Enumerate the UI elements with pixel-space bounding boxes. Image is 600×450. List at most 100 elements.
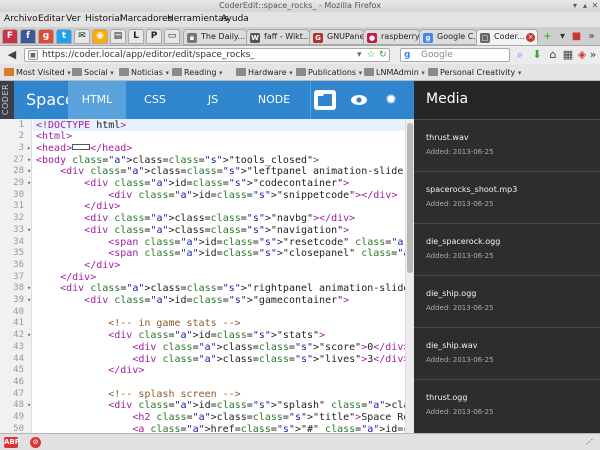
- fold-toggle-icon[interactable]: ▾: [27, 178, 33, 190]
- tab-js[interactable]: JS: [184, 81, 242, 119]
- code-text[interactable]: <div class="a">class=class="s">"rightpan…: [36, 283, 414, 295]
- download-icon[interactable]: ⬇: [530, 48, 544, 62]
- dropdown-icon[interactable]: ▾: [357, 50, 362, 60]
- preview-eye-icon[interactable]: [348, 90, 370, 110]
- code-text[interactable]: <div class="a">id=class="s">"codecontain…: [36, 178, 349, 190]
- media-item[interactable]: thrust.ogg Added: 2013-06-25: [414, 379, 600, 431]
- fold-toggle-icon[interactable]: ▸: [27, 143, 33, 155]
- apptab-feed-icon[interactable]: F: [2, 29, 18, 44]
- editor-scrollbar[interactable]: [405, 119, 414, 433]
- code-text[interactable]: </div>: [36, 272, 96, 284]
- search-go-icon[interactable]: ⌕: [514, 48, 526, 62]
- abp-icon[interactable]: ABP: [4, 437, 20, 448]
- close-window-icon[interactable]: ✕: [590, 1, 600, 11]
- url-bar[interactable]: ◼ https://coder.local/app/editor/edit/sp…: [24, 48, 390, 62]
- apptab-p-icon[interactable]: P: [146, 29, 162, 44]
- menu-overflow-icon[interactable]: »: [588, 48, 598, 62]
- media-item[interactable]: die_spacerock.ogg Added: 2013-06-25: [414, 223, 600, 275]
- bookmark-social[interactable]: Social ▾: [72, 66, 114, 79]
- apptab-gplus-icon[interactable]: g: [38, 29, 54, 44]
- tab-google[interactable]: g Google C...: [419, 29, 477, 45]
- menu-historial[interactable]: Historial: [85, 14, 122, 24]
- apptab-twitter-icon[interactable]: t: [56, 29, 72, 44]
- minimize-icon[interactable]: ▾: [570, 1, 580, 11]
- apptab-mail-icon[interactable]: ✉: [74, 29, 90, 44]
- menu-ayuda[interactable]: Ayuda: [221, 14, 249, 24]
- menu-herramientas[interactable]: Herramientas: [167, 14, 228, 24]
- tab-gnupanel[interactable]: G GNUPane...: [309, 29, 364, 45]
- fold-toggle-icon[interactable]: ▾: [27, 400, 33, 412]
- fold-toggle-icon[interactable]: ▾: [27, 330, 33, 342]
- menu-marcadores[interactable]: Marcadores: [120, 14, 172, 24]
- code-text[interactable]: <h2 class="a">class=class="s">"title">Sp…: [36, 412, 414, 424]
- tab-wiktionary[interactable]: W faff - Wikt...: [246, 29, 310, 45]
- media-item[interactable]: die_ship.wav Added: 2013-06-25: [414, 327, 600, 379]
- code-text[interactable]: <a class="a">href=class="s">"#" class="a…: [36, 424, 414, 433]
- menu-archivo[interactable]: Archivo: [4, 14, 38, 24]
- code-text[interactable]: <div class="a">id=class="s">"snippetcode…: [36, 190, 397, 202]
- tab-list-icon[interactable]: ▾: [556, 30, 569, 43]
- apptab-page-icon[interactable]: ▭: [164, 29, 180, 44]
- media-item[interactable]: die_ship.ogg Added: 2013-06-25: [414, 275, 600, 327]
- folder-icon[interactable]: [314, 90, 336, 110]
- code-text[interactable]: </div>: [36, 260, 120, 272]
- fold-toggle-icon[interactable]: ▾: [27, 225, 33, 237]
- bookmarks-icon[interactable]: ▦: [562, 48, 574, 62]
- apptab-doc-icon[interactable]: ▤: [110, 29, 126, 44]
- tab-node[interactable]: NODE: [242, 81, 306, 119]
- code-text[interactable]: </div>: [36, 365, 144, 377]
- code-text[interactable]: <div class="a">class=class="s">"navigati…: [36, 225, 349, 237]
- media-item[interactable]: spacerocks_shoot.mp3 Added: 2013-06-25: [414, 171, 600, 223]
- addon-icon[interactable]: ■: [570, 30, 583, 43]
- bookmark-noticias[interactable]: Noticias ▾: [119, 66, 169, 79]
- code-editor[interactable]: 1 <!DOCTYPE html> 2 <html> 3 ▸ <head> </head> 27…: [0, 119, 414, 433]
- code-text[interactable]: <body class="a">class=class="s">"tools_c…: [36, 155, 319, 167]
- tab-coder[interactable]: □ Coder... ×: [476, 29, 538, 45]
- code-text[interactable]: <!-- splash screen -->: [36, 389, 240, 401]
- fold-toggle-icon[interactable]: ▾: [27, 155, 33, 167]
- menu-editar[interactable]: Editar: [38, 14, 65, 24]
- tab-css[interactable]: CSS: [126, 81, 184, 119]
- maximize-icon[interactable]: ▴: [580, 1, 590, 11]
- code-text[interactable]: <div class="a">id=class="s">"splash" cla…: [36, 400, 414, 412]
- blocked-icon[interactable]: ⊘: [30, 437, 41, 448]
- code-text[interactable]: <html>: [36, 131, 72, 143]
- bookmark-lnmadmin[interactable]: LNMAdmin ▾: [364, 66, 425, 79]
- reload-icon[interactable]: ↻: [379, 50, 387, 60]
- bookmark-publications[interactable]: Publications ▾: [296, 66, 362, 79]
- bookmark-reading[interactable]: Reading ▾: [172, 66, 223, 79]
- search-bar[interactable]: g Google: [400, 48, 510, 62]
- apptab-l-icon[interactable]: L: [128, 29, 144, 44]
- fold-toggle-icon[interactable]: ▾: [27, 166, 33, 178]
- tab-html[interactable]: HTML: [68, 81, 126, 119]
- google-search-icon[interactable]: g: [404, 50, 410, 60]
- close-tab-icon[interactable]: ×: [526, 33, 535, 42]
- resize-grip-icon[interactable]: ⋰: [584, 437, 595, 448]
- bookmark-hardware[interactable]: Hardware ▾: [236, 66, 293, 79]
- code-text[interactable]: <div class="a">class=class="s">"score">0…: [36, 342, 409, 354]
- apptab-rss-icon[interactable]: ◉: [92, 29, 108, 44]
- bookmark-personal-creativity[interactable]: Personal Creativity ▾: [428, 66, 521, 79]
- code-text[interactable]: <div class="a">class=class="s">"lives">3…: [36, 354, 409, 366]
- tab-daily[interactable]: ▪ The Daily...: [183, 29, 247, 45]
- tab-raspberry[interactable]: ● raspberry...: [363, 29, 420, 45]
- code-text[interactable]: <span class="a">id=class="s">"resetcode"…: [36, 237, 414, 249]
- code-text[interactable]: <span class="a">id=class="s">"closepanel…: [36, 248, 414, 260]
- bookmark-most-visited[interactable]: Most Visited ▾: [4, 66, 71, 79]
- code-text[interactable]: <div class="a">class=class="s">"leftpane…: [36, 166, 414, 178]
- overflow-icon[interactable]: »: [585, 30, 598, 43]
- new-tab-icon[interactable]: +: [541, 30, 554, 43]
- code-text[interactable]: <div class="a">id=class="s">"gamecontain…: [36, 295, 349, 307]
- gear-icon[interactable]: ✹: [380, 90, 402, 110]
- fold-toggle-icon[interactable]: ▾: [27, 295, 33, 307]
- media-item[interactable]: thrust.wav Added: 2013-06-25: [414, 119, 600, 171]
- code-text[interactable]: <div class="a">class=class="s">"navbg"><…: [36, 213, 355, 225]
- fold-toggle-icon[interactable]: ▾: [27, 283, 33, 295]
- extension-icon[interactable]: ◈: [576, 48, 588, 62]
- bookmark-star-icon[interactable]: ☆: [367, 50, 375, 60]
- apptab-facebook-icon[interactable]: f: [20, 29, 36, 44]
- code-text[interactable]: <div class="a">id=class="s">"stats">: [36, 330, 325, 342]
- code-text[interactable]: <!-- in game stats -->: [36, 318, 240, 330]
- scrollbar-thumb[interactable]: [407, 123, 413, 273]
- site-identity-icon[interactable]: ◼: [28, 50, 38, 60]
